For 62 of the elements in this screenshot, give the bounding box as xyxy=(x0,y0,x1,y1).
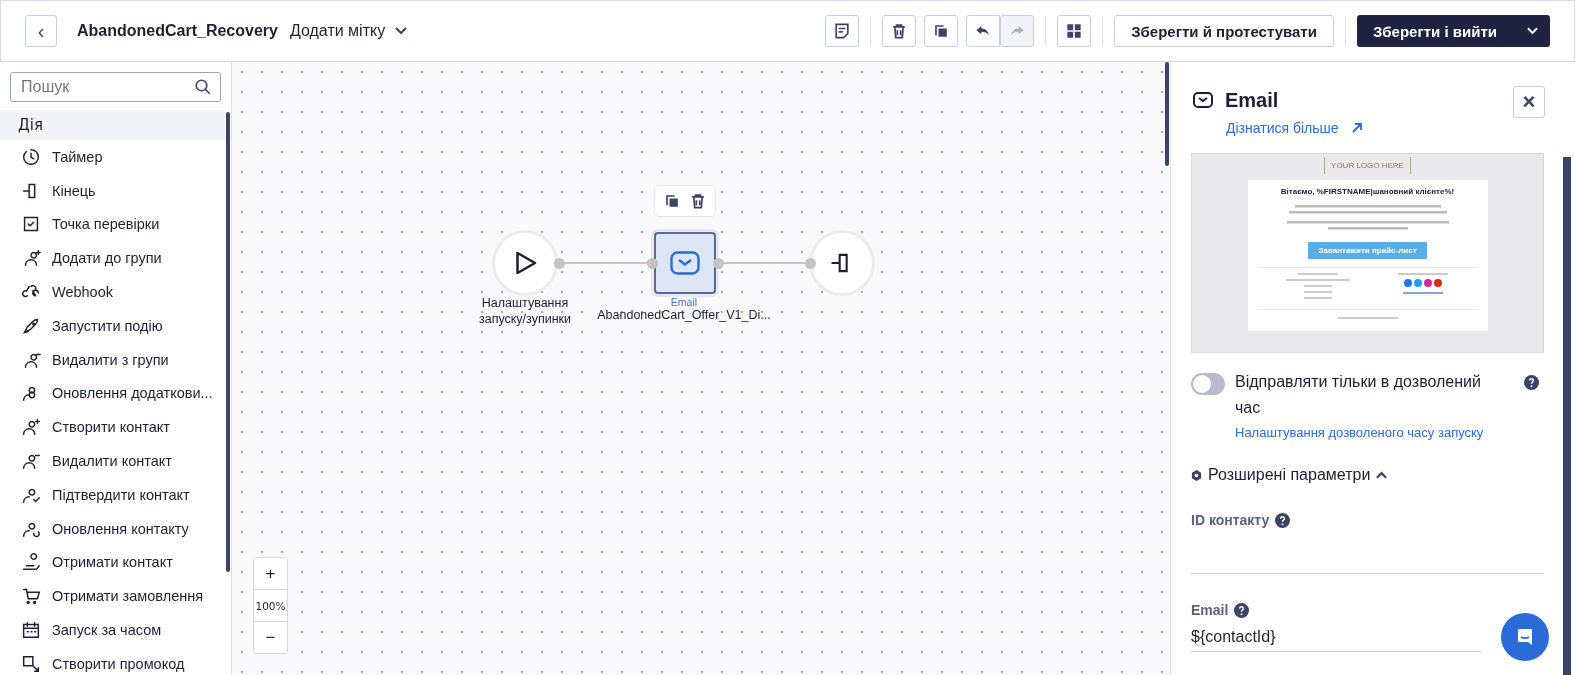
node-label: Налаштування запуску/зупинки xyxy=(477,296,573,328)
action-item[interactable]: Видалити контакт xyxy=(0,444,231,478)
chevron-down-icon[interactable] xyxy=(1527,27,1538,35)
search-icon xyxy=(194,78,212,96)
notes-button[interactable] xyxy=(825,15,860,47)
field-label: ID контакту xyxy=(1191,512,1270,528)
action-item[interactable]: Запуск за часом xyxy=(0,613,231,647)
chevron-down-icon xyxy=(395,27,408,35)
email-node[interactable] xyxy=(654,232,716,294)
action-item[interactable]: Підтвердити контакт xyxy=(0,477,231,512)
action-item[interactable]: Видалити з групи xyxy=(0,342,231,377)
scrollbar[interactable] xyxy=(1165,62,1169,166)
advanced-settings-toggle[interactable]: Розширені параметри xyxy=(1191,466,1545,484)
save-and-exit-button[interactable]: Зберегти і вийти xyxy=(1356,15,1550,47)
action-item[interactable]: Точка перевірки xyxy=(0,207,231,242)
chevron-icon xyxy=(1376,471,1388,479)
download-button: Завантажити прайс-лист xyxy=(1308,242,1427,259)
action-item[interactable]: Webhook xyxy=(0,275,231,309)
close-button[interactable]: × xyxy=(1513,86,1545,118)
action-item[interactable]: Створити промокод xyxy=(0,646,231,675)
start-node[interactable] xyxy=(495,233,555,293)
action-item[interactable]: Додати до групи xyxy=(0,241,231,276)
flow-title: AbandonedCart_Recovery xyxy=(77,22,278,40)
scrollbar[interactable] xyxy=(226,112,230,572)
save-and-test-button[interactable]: Зберегти й протестувати xyxy=(1114,15,1334,47)
action-item[interactable]: Кінець xyxy=(0,173,231,208)
node-type: Email xyxy=(670,296,698,308)
toggle-label: Відправляти тільки в дозволений час xyxy=(1235,372,1482,418)
back-button[interactable]: ‹ xyxy=(25,15,57,47)
settings-icon xyxy=(1191,469,1202,481)
node-label: AbandonedCart_Offer_V1_Di... xyxy=(597,308,771,324)
end-node[interactable] xyxy=(812,233,872,293)
search-field[interactable]: Пошук xyxy=(10,72,221,102)
toggle-switch[interactable] xyxy=(1191,373,1225,395)
action-item[interactable]: Запустити подію xyxy=(0,309,231,343)
undo-button[interactable] xyxy=(966,15,1001,47)
learn-more-link[interactable]: Дізнатися більше xyxy=(1226,120,1363,136)
delete-button[interactable] xyxy=(882,15,917,47)
layout-button[interactable] xyxy=(1057,15,1092,47)
help-icon[interactable] xyxy=(1234,602,1250,618)
help-icon[interactable] xyxy=(1275,512,1291,528)
chat-button[interactable] xyxy=(1501,613,1549,661)
logo-placeholder: YOUR LOGO HERE xyxy=(1324,157,1411,174)
action-item[interactable]: Отримати контакт xyxy=(0,545,231,580)
add-tag-button[interactable]: Додати мітку xyxy=(285,22,412,40)
action-item[interactable]: Оновлення додаткови... xyxy=(0,376,231,411)
action-item[interactable]: Оновлення контакту xyxy=(0,511,231,546)
external-link-icon xyxy=(1350,122,1363,134)
scrollbar[interactable] xyxy=(1563,157,1571,675)
time-settings-link[interactable]: Налаштування дозволеного часу запуску xyxy=(1235,425,1545,440)
copy-button[interactable] xyxy=(924,15,959,47)
email-heading: Вітаємо, %FIRSTNAME|шановний клієнте%! xyxy=(1280,187,1455,196)
field-label: Email xyxy=(1191,602,1229,618)
input-field[interactable]: ${contactId} xyxy=(1191,622,1481,652)
section-header: Дія xyxy=(0,110,225,140)
connection-port[interactable] xyxy=(713,258,724,269)
help-icon[interactable] xyxy=(1524,375,1539,390)
panel-title: Email xyxy=(1225,88,1279,112)
action-item[interactable]: Таймер xyxy=(0,140,231,174)
action-item[interactable]: Отримати замовлення xyxy=(0,579,231,614)
action-item[interactable]: Створити контакт xyxy=(0,410,231,445)
email-preview[interactable]: YOUR LOGO HERE Вітаємо, %FIRSTNAME|шановний клієнте%! Завантажити прайс-лист xyxy=(1191,153,1544,353)
